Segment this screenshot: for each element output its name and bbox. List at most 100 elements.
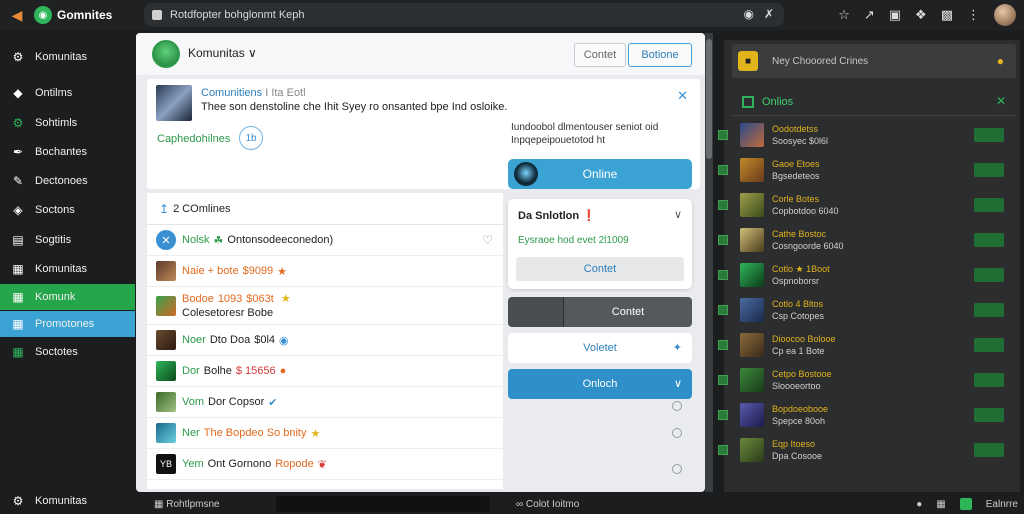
list-item[interactable]: Naie + bote $9099 ★ <box>147 256 503 287</box>
status-pill[interactable] <box>974 128 1004 142</box>
dark-list-item[interactable]: Gaoe Etoes Bgsedeteos <box>718 153 1020 188</box>
notification-side-text: Iundoobol dlmentouser seniot oid Inpqepe… <box>511 122 659 146</box>
heart-icon[interactable]: ♡ <box>482 233 493 247</box>
status-pill[interactable] <box>974 338 1004 352</box>
card-contet-button[interactable]: Contet <box>516 257 684 281</box>
shortcut-icon[interactable]: ↗ <box>864 7 875 23</box>
status-pill[interactable] <box>974 163 1004 177</box>
notification-link[interactable]: Caphedohilnes <box>157 133 230 145</box>
grid-icon[interactable]: ▦ <box>936 499 945 510</box>
sidebar-item-komunitas[interactable]: ⚙ Komunitas <box>0 44 135 70</box>
sidebar-item-ontilms[interactable]: ◆ Ontilms <box>0 80 135 106</box>
checkbox[interactable] <box>718 305 728 315</box>
list-item[interactable]: Bodoe 1093 $063t ★ Colesetoresr Bobe <box>147 287 503 325</box>
chevron-down-icon[interactable]: ∨ <box>674 208 682 221</box>
checkbox[interactable] <box>718 270 728 280</box>
list-item[interactable]: YB Yem Ont Gornono Ropode ❦ <box>147 449 503 480</box>
sidebar-item-soctotes[interactable]: ▦ Soctotes <box>0 339 135 365</box>
checkbox[interactable] <box>718 410 728 420</box>
moon-icon[interactable]: ● <box>916 499 922 510</box>
bottom-right-tray: ● ▦ Ealnrre <box>916 496 1018 512</box>
verified-icon: ✔ <box>268 396 278 409</box>
bottom-dark-field[interactable] <box>276 496 490 512</box>
notification-badge[interactable]: 1b <box>239 126 263 150</box>
segment-contet[interactable]: Contet <box>564 297 692 327</box>
notification-author[interactable]: Comunitiens I Ita Eotl <box>201 87 306 99</box>
list-item[interactable]: ✕ Nolsk ☘ Ontonsodeeconedon) ♡ <box>147 225 503 256</box>
status-pill[interactable] <box>974 303 1004 317</box>
puzzle-icon[interactable]: ✗ <box>764 7 774 21</box>
cancel-button[interactable]: Contet <box>574 43 626 67</box>
sidebar-item-komunk[interactable]: ▦ Komunk <box>0 284 135 310</box>
sidebar-item-bochantes[interactable]: ✒ Bochantes <box>0 139 135 165</box>
apps-icon[interactable]: ⋮ <box>967 7 980 23</box>
sidebar-item-soctons[interactable]: ◈ Soctons <box>0 197 135 223</box>
dark-list-item[interactable]: Cotlo 4 Bltos Csp Cotopes <box>718 293 1020 328</box>
page-title[interactable]: Komunitas ∨ <box>188 46 257 60</box>
checkbox[interactable] <box>718 445 728 455</box>
dark-list-item[interactable]: Cotlo ★ 1Boot Ospnoborsr <box>718 258 1020 293</box>
item-thumbnail <box>740 263 764 287</box>
close-icon[interactable]: ✕ <box>677 88 688 104</box>
star-icon[interactable]: ☆ <box>838 7 850 23</box>
screen-icon[interactable]: ▣ <box>889 7 901 23</box>
sidebar-item-komunitas-footer[interactable]: ⚙ Komunitas <box>0 488 135 514</box>
checkbox[interactable] <box>718 375 728 385</box>
back-icon[interactable]: ◀ <box>4 2 30 28</box>
sidebar-item-promotones[interactable]: ▦ Promotones <box>0 311 135 337</box>
dark-list-item[interactable]: Oodotdetss Soosyec $0l6l <box>718 118 1020 153</box>
chat-icon[interactable]: ◉ <box>743 7 753 21</box>
status-pill[interactable] <box>974 373 1004 387</box>
checkbox[interactable] <box>718 235 728 245</box>
status-pill[interactable] <box>974 233 1004 247</box>
checkbox[interactable] <box>718 165 728 175</box>
status-pill[interactable] <box>974 443 1004 457</box>
sidebar-item-label: Soctons <box>35 204 75 216</box>
segment-empty[interactable] <box>508 297 564 327</box>
item-thumbnail <box>156 361 176 381</box>
dark-list-item[interactable]: Cathe Bostoc Cosngoorde 6040 <box>718 223 1020 258</box>
dark-list-item[interactable]: Corle Botes Copbotdoo 6040 <box>718 188 1020 223</box>
checkbox[interactable] <box>718 130 728 140</box>
dark-list-item[interactable]: Eqp Itoeso Dpa Cosooe <box>718 433 1020 468</box>
checkbox[interactable] <box>718 340 728 350</box>
sidebar: ⚙ Komunitas ◆ Ontilms ⚙ Sohtimls ✒ Bochantes… <box>0 30 135 512</box>
star-icon: ★ <box>277 265 288 278</box>
app-name: Gomnites <box>57 8 113 22</box>
extension-icon[interactable]: ❖ <box>915 7 927 23</box>
brand[interactable]: ◉ Gomnites <box>34 6 112 24</box>
scrollbar-thumb[interactable] <box>706 39 712 159</box>
checkbox[interactable] <box>718 200 728 210</box>
bottom-left-tab[interactable]: ▦ Rohtlpmsne <box>144 496 264 512</box>
status-pill[interactable] <box>974 268 1004 282</box>
item-thumbnail <box>740 158 764 182</box>
list-item[interactable]: Dor Bolhe $ 15656 ● <box>147 356 503 387</box>
address-bar[interactable]: Rotdfopter bohglonmt Keph ◉ ✗ <box>144 3 784 27</box>
onloch-button[interactable]: Onloch ∨ <box>508 369 692 399</box>
calendar-icon[interactable]: ▩ <box>941 7 953 23</box>
item-thumbnail <box>740 193 764 217</box>
voletet-button[interactable]: Voletet ✦ <box>508 333 692 363</box>
sidebar-item-dectonoes[interactable]: ✎ Dectonoes <box>0 168 135 194</box>
save-button[interactable]: Botione <box>628 43 692 67</box>
list-item[interactable]: Vom Dor Copsor ✔ <box>147 387 503 418</box>
dark-list-item[interactable]: Bopdoeobooe Spepce 80oh <box>718 398 1020 433</box>
status-pill[interactable] <box>974 198 1004 212</box>
sidebar-item-sogtitis[interactable]: ▤ Sogtitis <box>0 227 135 253</box>
solution-card: Da Snlotlon ❗ ∨ Eysraoe hod evet 2l1009 … <box>508 199 692 289</box>
sidebar-item-sohtimls[interactable]: ⚙ Sohtimls <box>0 110 135 136</box>
profile-avatar[interactable] <box>994 4 1016 26</box>
list-item[interactable]: Ner The Bopdeo So bnity ★ <box>147 418 503 449</box>
coin-icon[interactable]: ● <box>997 54 1004 68</box>
dark-list-item[interactable]: Dioocoo Bolooe Cp ea 1 Bote <box>718 328 1020 363</box>
bottom-mid-tab[interactable]: ∞ Colot Ioitmo <box>506 496 706 512</box>
close-icon[interactable]: ✕ <box>996 94 1006 108</box>
sidebar-item-komunitas-2[interactable]: ▦ Komunitas <box>0 256 135 282</box>
status-green-icon[interactable] <box>959 498 972 510</box>
scrollbar[interactable] <box>705 33 713 492</box>
dark-list-item[interactable]: Cetpo Bostooe Sloooeortoo <box>718 363 1020 398</box>
list-item[interactable]: Noer Dto Doa $0l4 ◉ <box>147 325 503 356</box>
status-pill[interactable] <box>974 408 1004 422</box>
link-icon: ∞ <box>516 498 526 510</box>
online-button[interactable]: Online <box>508 159 692 189</box>
